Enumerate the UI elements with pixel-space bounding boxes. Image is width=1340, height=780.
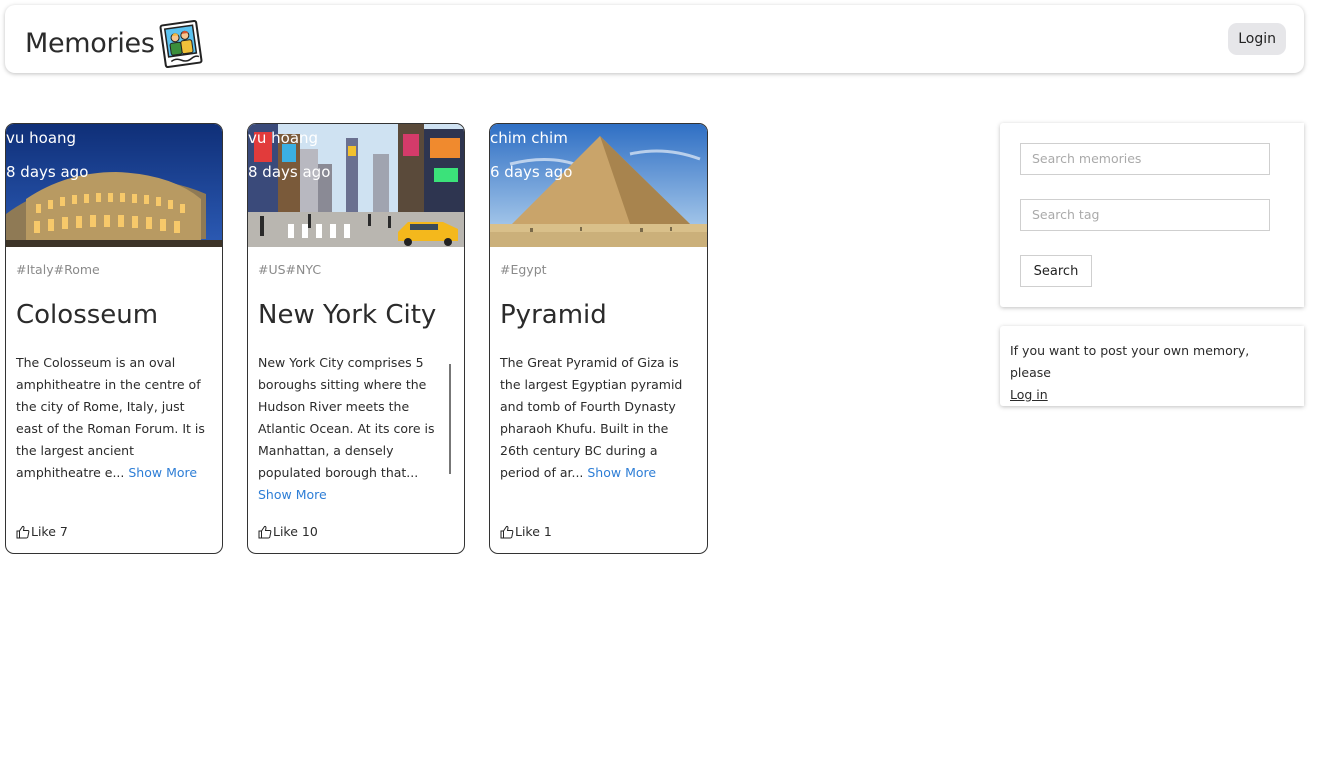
post-author: vu hoang bbox=[248, 129, 319, 147]
description-scrollbar[interactable] bbox=[449, 364, 451, 474]
brand[interactable]: Memories bbox=[25, 17, 205, 69]
thumbs-up-icon bbox=[500, 525, 514, 538]
post-image: vu hoang 8 days ago bbox=[6, 124, 222, 247]
search-panel: Search memories Search tag Search bbox=[1000, 123, 1304, 307]
post-card[interactable]: vu hoang 8 days ago #US#NYC New York Cit… bbox=[247, 123, 465, 554]
search-tag-input[interactable]: Search tag bbox=[1020, 199, 1270, 231]
show-more-link[interactable]: Show More bbox=[128, 465, 197, 480]
login-prompt-panel: If you want to post your own memory, ple… bbox=[1000, 326, 1304, 406]
post-card[interactable]: vu hoang 8 days ago #Italy#Rome Colosseu… bbox=[5, 123, 223, 554]
post-description: The Colosseum is an oval amphitheatre in… bbox=[16, 352, 214, 484]
post-description-text: The Colosseum is an oval amphitheatre in… bbox=[16, 355, 205, 480]
post-description-text: The Great Pyramid of Giza is the largest… bbox=[500, 355, 683, 480]
post-card[interactable]: chim chim 6 days ago #Egypt Pyramid The … bbox=[489, 123, 708, 554]
login-link[interactable]: Log in bbox=[1010, 387, 1048, 402]
post-title: Pyramid bbox=[500, 300, 607, 330]
post-author: chim chim bbox=[490, 129, 568, 147]
thumbs-up-icon bbox=[258, 525, 272, 538]
like-label: Like 10 bbox=[273, 524, 318, 539]
post-time: 8 days ago bbox=[6, 163, 89, 181]
like-label: Like 1 bbox=[515, 524, 552, 539]
thumbs-up-icon bbox=[16, 525, 30, 538]
like-button[interactable]: Like 1 bbox=[500, 524, 552, 539]
show-more-link[interactable]: Show More bbox=[587, 465, 656, 480]
like-label: Like 7 bbox=[31, 524, 68, 539]
search-memories-input[interactable]: Search memories bbox=[1020, 143, 1270, 175]
post-title: Colosseum bbox=[16, 300, 159, 330]
post-description: New York City comprises 5 boroughs sitti… bbox=[258, 352, 438, 506]
memories-logo-icon bbox=[159, 19, 203, 69]
post-time: 8 days ago bbox=[248, 163, 331, 181]
like-button[interactable]: Like 10 bbox=[258, 524, 318, 539]
post-author: vu hoang bbox=[6, 129, 77, 147]
post-time: 6 days ago bbox=[490, 163, 573, 181]
app-header: Memories Login bbox=[5, 5, 1304, 73]
app-title: Memories bbox=[25, 27, 155, 59]
post-image: chim chim 6 days ago bbox=[490, 124, 707, 247]
post-tags: #Egypt bbox=[500, 262, 547, 277]
login-button[interactable]: Login bbox=[1228, 23, 1286, 55]
post-description: The Great Pyramid of Giza is the largest… bbox=[500, 352, 684, 484]
post-tags: #US#NYC bbox=[258, 262, 322, 277]
show-more-link[interactable]: Show More bbox=[258, 487, 327, 502]
like-button[interactable]: Like 7 bbox=[16, 524, 68, 539]
search-button[interactable]: Search bbox=[1020, 255, 1092, 287]
post-tags: #Italy#Rome bbox=[16, 262, 100, 277]
post-image: vu hoang 8 days ago bbox=[248, 124, 464, 247]
post-title: New York City bbox=[258, 300, 437, 330]
login-prompt-text: If you want to post your own memory, ple… bbox=[1010, 343, 1250, 380]
post-description-text: New York City comprises 5 boroughs sitti… bbox=[258, 355, 435, 480]
